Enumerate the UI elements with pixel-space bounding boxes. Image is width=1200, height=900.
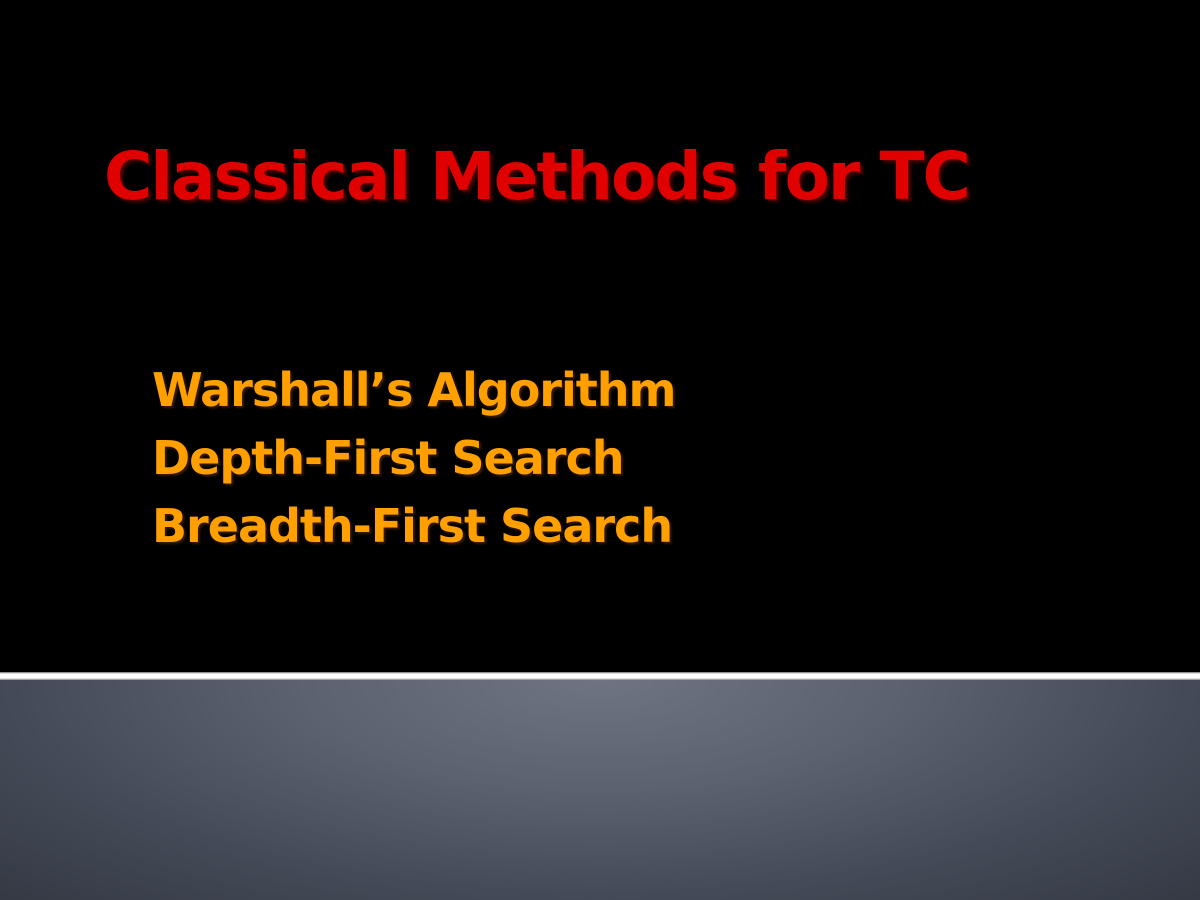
method-item-dfs: Depth-First Search xyxy=(152,431,624,485)
method-list: Warshall’s Algorithm Depth-First Search … xyxy=(152,356,676,560)
slide: Classical Methods for TC Warshall’s Algo… xyxy=(0,0,1200,900)
divider-line xyxy=(0,672,1200,680)
method-item-bfs: Breadth-First Search xyxy=(152,499,673,553)
footer-panel xyxy=(0,680,1200,900)
method-item-warshall: Warshall’s Algorithm xyxy=(152,363,676,417)
slide-title: Classical Methods for TC xyxy=(104,138,971,215)
slide-content-area: Classical Methods for TC Warshall’s Algo… xyxy=(0,0,1200,672)
